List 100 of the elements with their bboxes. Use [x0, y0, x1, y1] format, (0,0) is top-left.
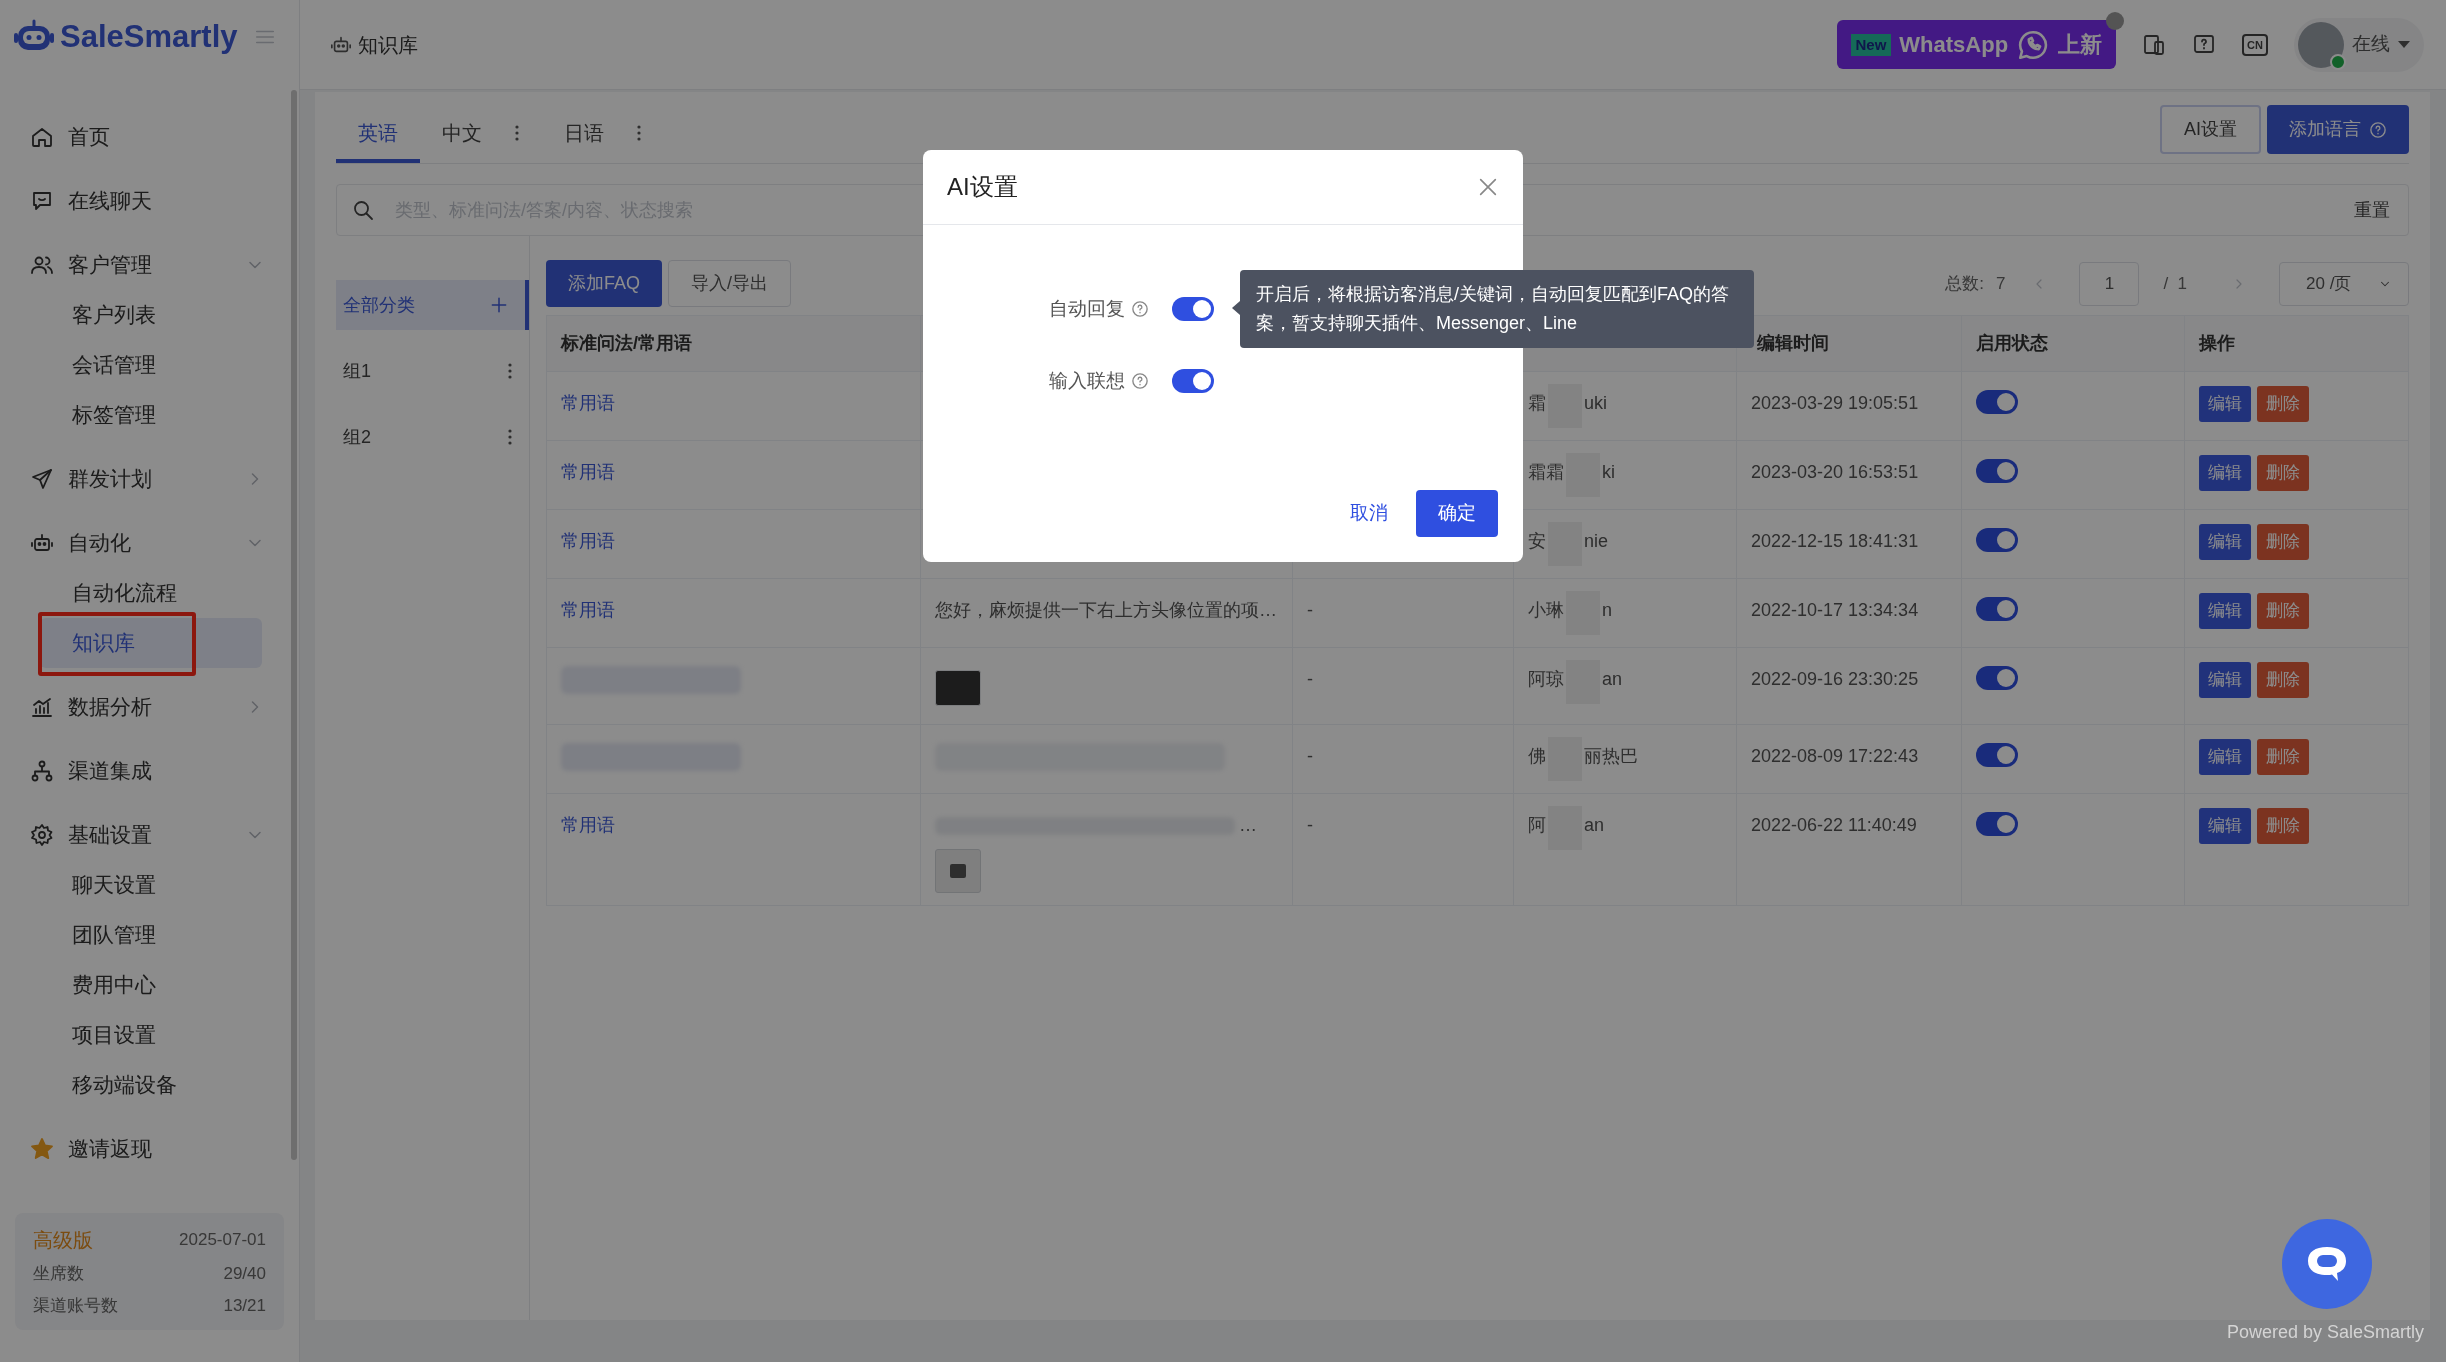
date-cell: 2022-06-22 11:40:49	[1737, 794, 1962, 905]
nav-subitem[interactable]: 自动化流程	[40, 568, 262, 618]
more-icon[interactable]	[514, 124, 520, 142]
stat-value: 29/40	[223, 1263, 266, 1285]
ellipsis-text: …	[1239, 814, 1257, 837]
page-input[interactable]: 1	[2079, 261, 2140, 306]
caret-icon	[2398, 40, 2410, 49]
import-export-button[interactable]: 导入/导出	[668, 260, 792, 307]
delete-button[interactable]: 删除	[2257, 808, 2309, 844]
nav-subitem[interactable]: 团队管理	[40, 910, 262, 960]
edit-button[interactable]: 编辑	[2199, 524, 2251, 560]
user-name: an	[1584, 814, 1605, 837]
nav-subitem[interactable]: 聊天设置	[40, 860, 262, 910]
cell-text: -	[1307, 669, 1313, 689]
column-header: 标准问法/常用语	[547, 316, 921, 372]
language-tab[interactable]: 日语	[542, 107, 664, 163]
category-item[interactable]: 全部分类	[336, 280, 529, 330]
date-cell: 2022-09-16 23:30:25	[1737, 648, 1962, 725]
delete-button[interactable]: 删除	[2257, 739, 2309, 775]
setting-label: 输入联想	[1049, 368, 1125, 393]
category-item[interactable]: 组2	[336, 412, 529, 462]
language-button[interactable]: CN	[2242, 33, 2268, 56]
page-count: / 1	[2163, 272, 2187, 295]
toggle-switch[interactable]	[1172, 369, 1214, 393]
nav-subitem[interactable]: 移动端设备	[40, 1060, 262, 1110]
stat-value: 13/21	[223, 1294, 266, 1317]
network-icon	[30, 759, 54, 783]
toggle-switch[interactable]	[1976, 812, 2018, 836]
scrollbar[interactable]	[291, 90, 297, 1160]
edit-button[interactable]: 编辑	[2199, 739, 2251, 775]
column-header: 启用状态	[1962, 316, 2185, 372]
user-name: ki	[1602, 461, 1615, 484]
add-faq-button[interactable]: 添加FAQ	[546, 260, 662, 307]
nav-item[interactable]: 首页	[26, 112, 273, 162]
close-icon[interactable]	[2106, 12, 2125, 30]
help-icon	[1131, 372, 1149, 390]
question-link[interactable]: 常用语	[561, 815, 615, 835]
banner-suffix: 上新	[2058, 31, 2103, 59]
delete-button[interactable]: 删除	[2257, 593, 2309, 629]
category-item[interactable]: 组1	[336, 346, 529, 396]
add-language-button[interactable]: 添加语言	[2267, 105, 2409, 154]
edit-button[interactable]: 编辑	[2199, 386, 2251, 422]
toggle-switch[interactable]	[1976, 743, 2018, 767]
nav-subitem[interactable]: 客户列表	[40, 290, 262, 340]
language-tab[interactable]: 中文	[420, 107, 542, 163]
user-name: 霜霜	[1528, 461, 1564, 484]
toggle-switch[interactable]	[1976, 459, 2018, 483]
nav-subitem[interactable]: 标签管理	[40, 390, 262, 440]
edit-button[interactable]: 编辑	[2199, 808, 2251, 844]
delete-button[interactable]: 删除	[2257, 455, 2309, 491]
question-link[interactable]: 常用语	[561, 600, 615, 620]
nav-item[interactable]: 自动化	[26, 518, 273, 568]
cancel-button[interactable]: 取消	[1336, 490, 1402, 537]
nav-item[interactable]: 在线聊天	[26, 176, 273, 226]
toggle-switch[interactable]	[1976, 528, 2018, 552]
more-icon[interactable]	[507, 428, 513, 446]
nav-item[interactable]: 邀请返现	[26, 1124, 273, 1174]
delete-button[interactable]: 删除	[2257, 662, 2309, 698]
nav-item[interactable]: 群发计划	[26, 454, 273, 504]
more-icon[interactable]	[636, 124, 642, 142]
ai-settings-button[interactable]: AI设置	[2160, 105, 2261, 154]
help-icon	[2369, 120, 2387, 139]
language-tab[interactable]: 英语	[336, 107, 420, 163]
nav-subitem[interactable]: 知识库	[40, 618, 262, 668]
page-size-select[interactable]: 20 /页	[2279, 261, 2409, 306]
nav-subitem[interactable]: 会话管理	[40, 340, 262, 390]
plus-icon[interactable]	[489, 295, 509, 315]
close-icon[interactable]	[1477, 176, 1499, 198]
edit-button[interactable]: 编辑	[2199, 662, 2251, 698]
delete-button[interactable]: 删除	[2257, 524, 2309, 560]
nav-subitem[interactable]: 费用中心	[40, 960, 262, 1010]
powered-by-text: Powered by SaleSmartly	[2226, 1321, 2424, 1344]
question-link[interactable]: 常用语	[561, 462, 615, 482]
devices-icon[interactable]	[2142, 32, 2167, 57]
more-icon[interactable]	[507, 362, 513, 380]
nav-item[interactable]: 数据分析	[26, 682, 273, 732]
user-name: n	[1602, 599, 1612, 622]
toggle-switch[interactable]	[1172, 297, 1214, 321]
toggle-switch[interactable]	[1976, 597, 2018, 621]
whatsapp-banner[interactable]: New WhatsApp 上新	[1836, 20, 2117, 69]
chart-icon	[30, 695, 54, 719]
image-thumbnail	[935, 849, 981, 893]
question-link[interactable]: 常用语	[561, 531, 615, 551]
delete-button[interactable]: 删除	[2257, 386, 2309, 422]
nav-subitem[interactable]: 项目设置	[40, 1010, 262, 1060]
chat-icon	[30, 189, 54, 213]
toggle-switch[interactable]	[1976, 390, 2018, 414]
question-link[interactable]: 常用语	[561, 393, 615, 413]
user-status-menu[interactable]: 在线	[2294, 17, 2424, 72]
new-badge: New	[1850, 33, 1892, 56]
nav-item[interactable]: 基础设置	[26, 810, 273, 860]
nav-item[interactable]: 客户管理	[26, 240, 273, 290]
column-header: 操作	[2185, 316, 2408, 372]
reset-link[interactable]: 重置	[2354, 196, 2390, 224]
edit-button[interactable]: 编辑	[2199, 593, 2251, 629]
toggle-switch[interactable]	[1976, 666, 2018, 690]
confirm-button[interactable]: 确定	[1416, 490, 1498, 537]
edit-button[interactable]: 编辑	[2199, 455, 2251, 491]
tooltip-arrow	[1232, 301, 1240, 315]
nav-item[interactable]: 渠道集成	[26, 746, 273, 796]
